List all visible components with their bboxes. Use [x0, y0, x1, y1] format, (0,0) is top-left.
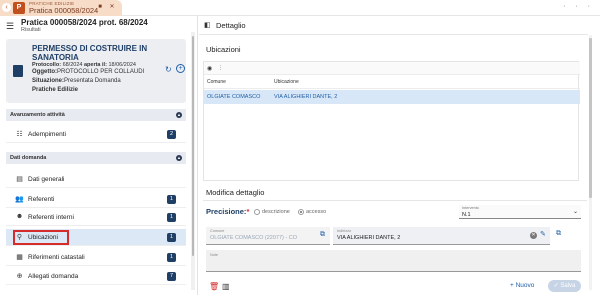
- count-badge: 7: [167, 272, 176, 281]
- eye-icon[interactable]: ◉: [207, 65, 212, 72]
- chevron-down-icon[interactable]: ⌄: [573, 208, 578, 215]
- tab-title: Pratica 000058/2024: [29, 6, 99, 15]
- sidebar-item-referenti[interactable]: 👥 Referenti 1: [6, 191, 186, 208]
- pin-icon[interactable]: ■: [97, 4, 103, 10]
- section-avanzamento[interactable]: Avanzamento attività ▲: [6, 109, 186, 121]
- tipo-line: Pratiche Edilizie: [32, 87, 79, 93]
- sidebar-item-label: Dati generali: [28, 176, 65, 183]
- add-icon[interactable]: +: [176, 64, 185, 73]
- note-label: Note: [210, 253, 219, 257]
- count-badge: 1: [167, 253, 176, 262]
- situazione-line: Situazione:Presentata Domanda: [32, 78, 121, 84]
- ubicazioni-title: Ubicazioni: [206, 45, 241, 54]
- open-external-icon[interactable]: ⧉: [320, 231, 325, 239]
- chevron-up-icon[interactable]: ▲: [176, 112, 182, 118]
- trash-icon[interactable]: 🗑: [209, 282, 219, 291]
- count-badge: 2: [167, 130, 176, 139]
- column-header-ubicazione[interactable]: Ubicazione: [274, 79, 299, 85]
- protocollo-line: Protocollo: 68/2024 aperta il: 18/06/202…: [32, 62, 136, 68]
- indirizzo-field[interactable]: Indirizzo VIA ALIGHIERI DANTE, 2: [333, 227, 550, 245]
- note-field[interactable]: Note: [206, 250, 581, 272]
- page-subtitle[interactable]: Risultati: [21, 27, 41, 33]
- edit-pencil-icon[interactable]: ✎: [540, 230, 546, 238]
- list-icon: ☰: [6, 21, 15, 31]
- count-badge: 1: [167, 213, 176, 222]
- intervento-select[interactable]: Intervento N.1 ⌄: [459, 205, 581, 219]
- precisione-label: Precisione:*: [206, 207, 250, 216]
- nuovo-button[interactable]: + Nuovo: [510, 282, 534, 289]
- info-icon[interactable]: ⋮: [218, 65, 223, 71]
- app-logo-icon: P: [13, 2, 25, 14]
- page-title: Pratica 000058/2024 prot. 68/2024: [21, 18, 148, 27]
- sidebar-item-dati-generali[interactable]: ▤ Dati generali: [6, 171, 186, 188]
- location-pin-icon: ⚲: [16, 234, 23, 241]
- sidebar-item-label: Allegati domanda: [28, 273, 79, 280]
- radio-descrizione[interactable]: [254, 209, 260, 215]
- pratica-summary-card: PERMESSO DI COSTRUIRE IN SANATORIA Proto…: [6, 39, 186, 103]
- sidebar-item-label: Referenti: [28, 196, 55, 203]
- indirizzo-value: VIA ALIGHIERI DANTE, 2: [337, 235, 401, 241]
- comune-field[interactable]: Comune OLGIATE COMASCO (22077) - CO: [206, 227, 330, 245]
- salva-button[interactable]: ✓ Salva: [548, 280, 581, 292]
- face-icon: ☻: [15, 213, 24, 220]
- table-row[interactable]: OLGIATE COMASCO VIA ALIGHIERI DANTE, 2: [204, 90, 580, 104]
- count-badge: 1: [167, 233, 176, 242]
- oggetto-line: Oggetto:PROTOCOLLO PER COLLAUDI: [32, 69, 145, 75]
- radio-descrizione-label: descrizione: [262, 209, 290, 215]
- count-badge: 1: [167, 195, 176, 204]
- comune-label: Comune: [210, 229, 225, 233]
- back-icon[interactable]: ‹: [2, 3, 11, 12]
- cell-ubicazione: VIA ALIGHIERI DANTE, 2: [274, 94, 338, 100]
- open-external-icon[interactable]: ⧉: [556, 230, 561, 238]
- attachment-icon: ⊕: [16, 273, 23, 280]
- chevron-up-icon[interactable]: ▲: [176, 155, 182, 161]
- tab-pratica[interactable]: ‹ P PRATICHE EDILIZIE Pratica 000058/202…: [0, 0, 122, 16]
- close-icon[interactable]: ✕: [109, 4, 115, 10]
- left-scrollbar-thumb[interactable]: [192, 36, 194, 256]
- sidebar-item-riferimenti-catastali[interactable]: ▦ Riferimenti catastali 1: [6, 249, 186, 266]
- divider: [203, 200, 587, 201]
- sidebar-item-label: Ubicazioni: [28, 234, 58, 241]
- sidebar-item-label: Referenti interni: [28, 214, 74, 221]
- sidebar-item-ubicazioni[interactable]: ⚲ Ubicazioni 1: [6, 229, 186, 246]
- modifica-title: Modifica dettaglio: [206, 188, 265, 197]
- refresh-icon[interactable]: ↻: [165, 65, 172, 74]
- column-header-comune[interactable]: Comune: [207, 79, 226, 85]
- document-icon: ▤: [16, 176, 23, 183]
- detail-title: Dettaglio: [216, 21, 246, 30]
- sidebar-item-label: Riferimenti catastali: [28, 254, 85, 261]
- section-dati-domanda[interactable]: Dati domanda ▲: [6, 152, 186, 164]
- sidebar-item-label: Adempimenti: [28, 131, 66, 138]
- people-icon: 👥: [15, 196, 24, 203]
- cell-comune: OLGIATE COMASCO: [207, 94, 261, 100]
- sidebar-item-referenti-interni[interactable]: ☻ Referenti interni 1: [6, 209, 186, 226]
- top-tab-bar: ‹ P PRATICHE EDILIZIE Pratica 000058/202…: [0, 0, 600, 16]
- pratica-type-title: PERMESSO DI COSTRUIRE IN SANATORIA: [32, 44, 148, 62]
- sidebar-item-adempimenti[interactable]: ☷ Adempimenti 2: [6, 126, 186, 143]
- sidebar-item-allegati-domanda[interactable]: ⊕ Allegati domanda 7: [6, 268, 186, 285]
- checklist-icon: ☷: [16, 131, 23, 138]
- clear-icon[interactable]: ✕: [530, 232, 537, 239]
- film-icon[interactable]: ▥: [222, 282, 230, 291]
- map-icon: ▦: [16, 254, 23, 261]
- indirizzo-label: Indirizzo: [337, 229, 352, 233]
- panel-toggle-icon[interactable]: ◧: [204, 21, 211, 29]
- radio-accesso[interactable]: [298, 209, 304, 215]
- divider: [204, 88, 580, 89]
- window-controls[interactable]: · · ·: [563, 3, 594, 10]
- radio-accesso-label: accesso: [306, 209, 327, 215]
- ubicazioni-table: ◉ ⋮ Comune Ubicazione OLGIATE COMASCO VI…: [203, 61, 580, 181]
- intervento-value: N.1: [462, 212, 471, 218]
- document-icon: [13, 65, 23, 77]
- comune-value: OLGIATE COMASCO (22077) - CO: [210, 235, 298, 241]
- intervento-label: Intervento: [462, 206, 479, 210]
- divider: [199, 34, 588, 35]
- table-toolbar: ◉ ⋮: [204, 62, 580, 75]
- panel-divider: [197, 16, 198, 295]
- right-scrollbar-thumb[interactable]: [589, 38, 592, 198]
